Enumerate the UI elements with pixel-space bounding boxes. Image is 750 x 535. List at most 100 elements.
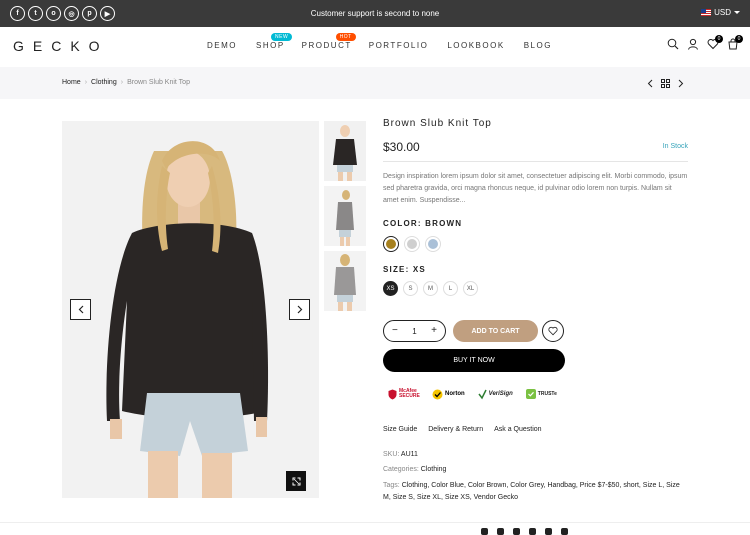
share-links xyxy=(481,528,568,535)
us-flag-icon xyxy=(701,9,712,16)
size-option-m[interactable]: M xyxy=(423,281,438,296)
delivery-return-link[interactable]: Delivery & Return xyxy=(428,426,483,433)
color-label: COLOR: BROWN xyxy=(383,219,463,228)
categories-label: Categories: xyxy=(383,466,419,473)
hot-badge: HOT xyxy=(335,33,356,41)
norton-check-icon xyxy=(432,389,443,399)
mcafee-badge: McAfee SECURE xyxy=(388,386,420,402)
qty-value[interactable]: 1 xyxy=(412,327,416,336)
main-nav: DEMO SHOP NEW PRODUCT HOT PORTFOLIO LOOKBO… xyxy=(207,33,552,50)
add-to-cart-button[interactable]: ADD TO CART xyxy=(453,320,538,342)
heart-icon xyxy=(548,326,558,336)
prev-image-button[interactable] xyxy=(70,299,91,320)
size-guide-link[interactable]: Size Guide xyxy=(383,426,417,433)
size-option-xs[interactable]: XS xyxy=(383,281,398,296)
breadcrumb-current: Brown Slub Knit Top xyxy=(127,79,190,86)
grid-icon[interactable] xyxy=(661,79,670,88)
wishlist-count: 0 xyxy=(715,35,723,43)
zoom-button[interactable] xyxy=(286,471,306,491)
breadcrumb: Home › Clothing › Brown Slub Knit Top xyxy=(62,79,190,86)
share-email-icon[interactable] xyxy=(513,528,520,535)
next-product-icon[interactable] xyxy=(678,79,684,88)
tag-links[interactable]: Clothing, Color Blue, Color Brown, Color… xyxy=(383,482,680,501)
top-message: Customer support is second to none xyxy=(310,9,440,18)
swatch-fill xyxy=(428,239,438,249)
sku-label: SKU: xyxy=(383,451,400,458)
size-option-l[interactable]: L xyxy=(443,281,458,296)
share-telegram-icon[interactable] xyxy=(561,528,568,535)
qty-plus-button[interactable]: + xyxy=(431,326,437,336)
chevron-down-icon xyxy=(734,11,740,14)
truste-badge: TRUSTe xyxy=(525,386,557,402)
chevron-right-icon xyxy=(297,305,302,314)
breadcrumb-category[interactable]: Clothing xyxy=(91,79,117,86)
product-navigation xyxy=(647,79,684,88)
verisign-badge: VeriSign xyxy=(478,386,513,402)
header-icons: 0 0 xyxy=(666,35,743,51)
expand-icon xyxy=(292,477,300,485)
verisign-check-icon xyxy=(478,389,487,399)
color-swatch-blue[interactable] xyxy=(425,236,441,252)
nav-blog[interactable]: BLOG xyxy=(524,41,552,50)
site-header: GECKO DEMO SHOP NEW PRODUCT HOT PORTFOLIO … xyxy=(0,27,750,67)
size-option-xl[interactable]: XL xyxy=(463,281,478,296)
main-product-image[interactable] xyxy=(62,121,319,498)
top-bar: f t o ◎ p ▶ Customer support is second t… xyxy=(0,0,750,27)
share-messenger-icon[interactable] xyxy=(545,528,552,535)
tags-row: Tags: Clothing, Color Blue, Color Brown,… xyxy=(383,480,688,504)
ask-question-link[interactable]: Ask a Question xyxy=(494,426,541,433)
thumbnail-image[interactable] xyxy=(324,251,366,311)
verisign-label: VeriSign xyxy=(488,391,513,397)
swatch-fill xyxy=(407,239,417,249)
size-options: XS S M L XL xyxy=(383,281,478,296)
category-link[interactable]: Clothing xyxy=(421,466,447,473)
next-image-button[interactable] xyxy=(289,299,310,320)
qty-minus-button[interactable]: − xyxy=(392,326,398,336)
nav-demo[interactable]: DEMO xyxy=(207,41,237,50)
nav-lookbook[interactable]: LOOKBOOK xyxy=(447,41,504,50)
cart-count: 0 xyxy=(735,35,743,43)
truste-icon xyxy=(525,389,536,399)
breadcrumb-separator: › xyxy=(84,79,88,86)
share-facebook-icon[interactable] xyxy=(481,528,488,535)
thumbnail-list xyxy=(324,121,366,316)
currency-selector[interactable]: USD xyxy=(701,8,740,17)
user-icon[interactable] xyxy=(686,37,700,51)
nav-shop-label: SHOP xyxy=(256,41,285,50)
norton-label: Norton xyxy=(445,391,465,397)
cart-icon[interactable]: 0 xyxy=(726,35,743,51)
mcafee-shield-icon xyxy=(388,389,397,399)
mcafee-label: McAfee SECURE xyxy=(399,388,420,399)
share-twitter-icon[interactable] xyxy=(497,528,504,535)
product-title: Brown Slub Knit Top xyxy=(383,118,492,129)
breadcrumb-home[interactable]: Home xyxy=(62,79,81,86)
product-info: Brown Slub Knit Top $30.00 In Stock Desi… xyxy=(383,118,688,501)
logo[interactable]: GECKO xyxy=(13,38,109,54)
color-swatch-brown[interactable] xyxy=(383,236,399,252)
buy-now-button[interactable]: BUY IT NOW xyxy=(383,349,565,372)
search-icon[interactable] xyxy=(666,37,680,51)
nav-portfolio[interactable]: PORTFOLIO xyxy=(369,41,429,50)
nav-shop[interactable]: SHOP NEW xyxy=(256,33,293,50)
color-swatches xyxy=(383,236,441,252)
color-swatch-grey[interactable] xyxy=(404,236,420,252)
thumbnail-image[interactable] xyxy=(324,121,366,181)
thumbnail-image[interactable] xyxy=(324,186,366,246)
size-label: SIZE: XS xyxy=(383,265,426,274)
prev-product-icon[interactable] xyxy=(647,79,653,88)
nav-product[interactable]: PRODUCT HOT xyxy=(301,33,356,50)
norton-badge: Norton xyxy=(432,386,465,402)
product-price: $30.00 xyxy=(383,140,420,154)
wishlist-icon[interactable]: 0 xyxy=(706,35,723,51)
categories-row: Categories: Clothing xyxy=(383,464,688,476)
add-to-wishlist-button[interactable] xyxy=(542,320,564,342)
share-pinterest-icon[interactable] xyxy=(529,528,536,535)
nav-product-label: PRODUCT xyxy=(301,41,352,50)
size-option-s[interactable]: S xyxy=(403,281,418,296)
divider xyxy=(383,161,688,162)
quantity-stepper: − 1 + xyxy=(383,320,446,342)
currency-label: USD xyxy=(714,8,731,17)
truste-label: TRUSTe xyxy=(537,391,557,397)
divider xyxy=(0,522,750,523)
new-badge: NEW xyxy=(271,33,293,41)
